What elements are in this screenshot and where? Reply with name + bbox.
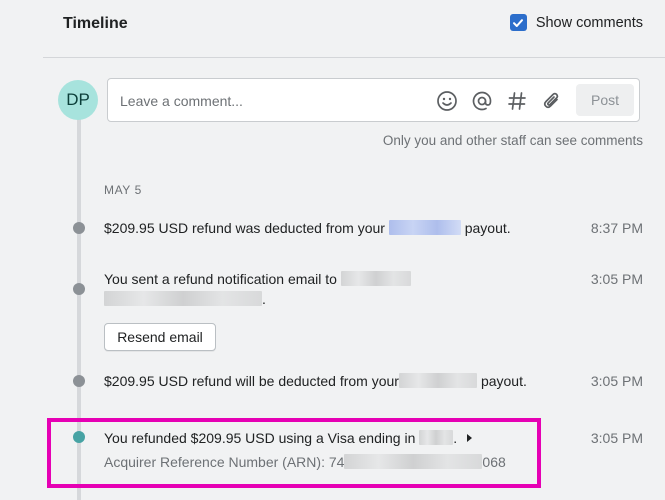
timeline-header: Timeline Show comments: [43, 0, 665, 58]
event-time: 3:05 PM: [590, 271, 643, 287]
emoji-icon[interactable]: [435, 89, 459, 113]
show-comments-label: Show comments: [535, 14, 643, 31]
timeline-dot: [73, 283, 85, 295]
event-text: .: [262, 291, 266, 307]
timeline-event-refund[interactable]: You refunded $209.95 USD using a Visa en…: [104, 428, 473, 448]
timeline-dot: [73, 222, 85, 234]
checkmark-icon: [513, 18, 524, 27]
event-time: 3:05 PM: [590, 430, 643, 446]
event-text: You sent a refund notification email to: [104, 271, 337, 287]
event-text: payout.: [464, 220, 511, 236]
timeline-event: $209.95 USD refund was deducted from you…: [104, 218, 511, 238]
arn-detail: Acquirer Reference Number (ARN): 74 068: [104, 452, 506, 472]
expand-caret-icon[interactable]: [467, 434, 473, 442]
redacted-payout: [398, 373, 477, 388]
arn-suffix: 068: [482, 454, 506, 470]
show-comments-checkbox[interactable]: [509, 14, 527, 31]
comment-composer: Post: [107, 78, 640, 122]
event-text: $209.95 USD refund will be deducted from…: [104, 373, 399, 389]
redacted-arn: [344, 454, 483, 469]
timeline-event: You sent a refund notification email to …: [104, 269, 564, 309]
mention-icon[interactable]: [470, 89, 494, 113]
event-time: 3:05 PM: [590, 373, 643, 389]
event-text: You refunded $209.95 USD using a Visa en…: [104, 430, 416, 446]
redacted-card-digits: [419, 430, 454, 445]
staff-visibility-note: Only you and other staff can see comment…: [382, 133, 643, 148]
attachment-icon[interactable]: [540, 89, 564, 113]
hashtag-icon[interactable]: [505, 89, 529, 113]
redacted-email: [104, 291, 262, 306]
redacted-email: [340, 271, 411, 286]
avatar: DP: [58, 80, 98, 120]
redacted-payout: [388, 220, 461, 235]
show-comments-toggle[interactable]: Show comments: [509, 14, 643, 31]
event-text: .: [453, 430, 458, 446]
event-text: $209.95 USD refund was deducted from you…: [104, 220, 385, 236]
event-time: 8:37 PM: [590, 220, 643, 236]
timeline-event: $209.95 USD refund will be deducted from…: [104, 371, 527, 391]
event-text: payout.: [480, 373, 527, 389]
date-label: MAY 5: [104, 183, 142, 197]
resend-email-button[interactable]: Resend email: [104, 323, 216, 351]
arn-label: Acquirer Reference Number (ARN): 74: [104, 454, 345, 470]
page-title: Timeline: [63, 15, 128, 32]
timeline-dot: [73, 375, 85, 387]
post-button[interactable]: Post: [576, 84, 634, 116]
comment-input[interactable]: [118, 89, 422, 113]
timeline-dot-active: [73, 431, 85, 443]
